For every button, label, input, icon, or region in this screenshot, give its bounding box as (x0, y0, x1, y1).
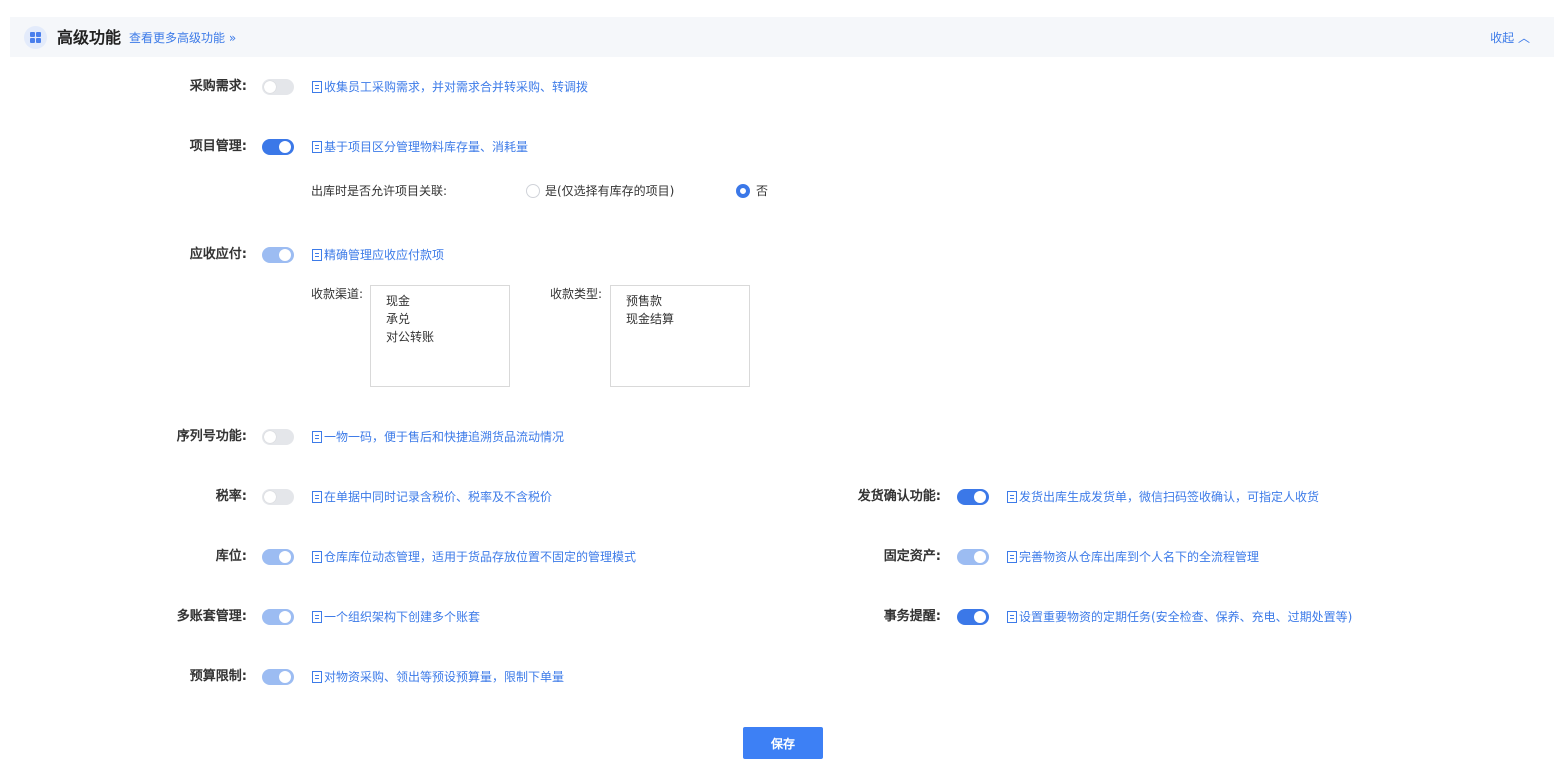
radio-option-no[interactable] (736, 184, 750, 198)
collapse-link[interactable]: 收起 ︿ (1490, 29, 1530, 47)
toggle-location[interactable] (262, 549, 294, 565)
feature-label-task-reminder: 事务提醒: (883, 609, 941, 624)
feature-label-delivery-confirm: 发货确认功能: (857, 489, 941, 504)
list-item[interactable]: 承兑 (386, 310, 509, 328)
feature-label-wrap: 序列号功能: (120, 427, 247, 447)
document-icon (312, 611, 322, 623)
toggle-serial-number[interactable] (262, 429, 294, 445)
feature-label-wrap: 固定资产: (800, 547, 941, 567)
toggle-receivable[interactable] (262, 247, 294, 263)
feature-label-multi-account: 多账套管理: (176, 609, 247, 624)
feature-desc-delivery-confirm: 发货出库生成发货单，微信扫码签收确认，可指定人收货 (1007, 487, 1319, 507)
feature-desc-task-reminder: 设置重要物资的定期任务(安全检查、保养、充电、过期处置等) (1007, 607, 1352, 627)
view-more-link[interactable]: 查看更多高级功能 » (129, 29, 236, 47)
feature-label-receivable: 应收应付: (189, 247, 247, 262)
document-icon (1007, 551, 1017, 563)
feature-label-wrap: 多账套管理: (120, 607, 247, 627)
payment-channel-label: 收款渠道: (311, 287, 364, 301)
feature-label-budget-limit: 预算限制: (189, 669, 247, 684)
advanced-features-header: 高级功能 查看更多高级功能 » 收起 ︿ (10, 17, 1554, 57)
feature-desc-fixed-assets: 完善物资从仓库出库到个人名下的全流程管理 (1007, 547, 1259, 567)
feature-label-project-mgmt: 项目管理: (189, 139, 247, 154)
toggle-budget-limit[interactable] (262, 669, 294, 685)
toggle-delivery-confirm[interactable] (957, 489, 989, 505)
feature-desc-receivable: 精确管理应收应付款项 (312, 245, 444, 265)
feature-label-fixed-assets: 固定资产: (883, 549, 941, 564)
toggle-purchase-request[interactable] (262, 79, 294, 95)
payment-channel-list[interactable]: 现金 承兑 对公转账 (370, 285, 510, 387)
document-icon (312, 249, 322, 261)
list-item[interactable]: 对公转账 (386, 328, 509, 346)
feature-desc-serial-number: 一物一码，便于售后和快捷追溯货品流动情况 (312, 427, 564, 447)
feature-desc-location: 仓库库位动态管理，适用于货品存放位置不固定的管理模式 (312, 547, 636, 567)
document-icon (312, 141, 322, 153)
feature-desc-tax-rate: 在单据中同时记录含税价、税率及不含税价 (312, 487, 552, 507)
feature-label-wrap: 事务提醒: (800, 607, 941, 627)
radio-label-yes[interactable]: 是(仅选择有库存的项目) (545, 182, 674, 200)
toggle-project-mgmt[interactable] (262, 139, 294, 155)
toggle-multi-account[interactable] (262, 609, 294, 625)
list-item[interactable]: 预售款 (626, 292, 749, 310)
document-icon (312, 671, 322, 683)
toggle-tax-rate[interactable] (262, 489, 294, 505)
feature-label-tax-rate: 税率: (215, 489, 247, 504)
list-item[interactable]: 现金 (386, 292, 509, 310)
feature-desc-budget-limit: 对物资采购、领出等预设预算量，限制下单量 (312, 667, 564, 687)
feature-label-wrap: 发货确认功能: (800, 487, 941, 507)
feature-desc-project-mgmt: 基于项目区分管理物料库存量、消耗量 (312, 137, 528, 157)
feature-label-serial-number: 序列号功能: (176, 429, 247, 444)
radio-option-yes[interactable] (526, 184, 540, 198)
feature-desc-purchase-request: 收集员工采购需求，并对需求合并转采购、转调拨 (312, 77, 588, 97)
payment-type-label: 收款类型: (550, 287, 603, 301)
feature-label-purchase-request: 采购需求: (189, 79, 247, 94)
feature-desc-multi-account: 一个组织架构下创建多个账套 (312, 607, 480, 627)
feature-label-wrap: 项目管理: (120, 137, 247, 157)
radio-label-no[interactable]: 否 (756, 182, 768, 200)
document-icon (1007, 491, 1017, 503)
document-icon (1007, 611, 1017, 623)
document-icon (312, 81, 322, 93)
feature-label-wrap: 采购需求: (120, 77, 247, 97)
list-item[interactable]: 现金结算 (626, 310, 749, 328)
save-button[interactable]: 保存 (743, 727, 823, 759)
document-icon (312, 491, 322, 503)
feature-label-wrap: 税率: (120, 487, 247, 507)
feature-label-wrap: 应收应付: (120, 245, 247, 265)
document-icon (312, 431, 322, 443)
toggle-task-reminder[interactable] (957, 609, 989, 625)
feature-label-wrap: 库位: (120, 547, 247, 567)
outbound-project-question: 出库时是否允许项目关联: (311, 184, 448, 198)
toggle-fixed-assets[interactable] (957, 549, 989, 565)
feature-label-wrap: 预算限制: (120, 667, 247, 687)
document-icon (312, 551, 322, 563)
payment-type-list[interactable]: 预售款 现金结算 (610, 285, 750, 387)
apps-grid-icon (24, 26, 47, 49)
section-title: 高级功能 (57, 28, 122, 47)
feature-label-location: 库位: (215, 549, 247, 564)
